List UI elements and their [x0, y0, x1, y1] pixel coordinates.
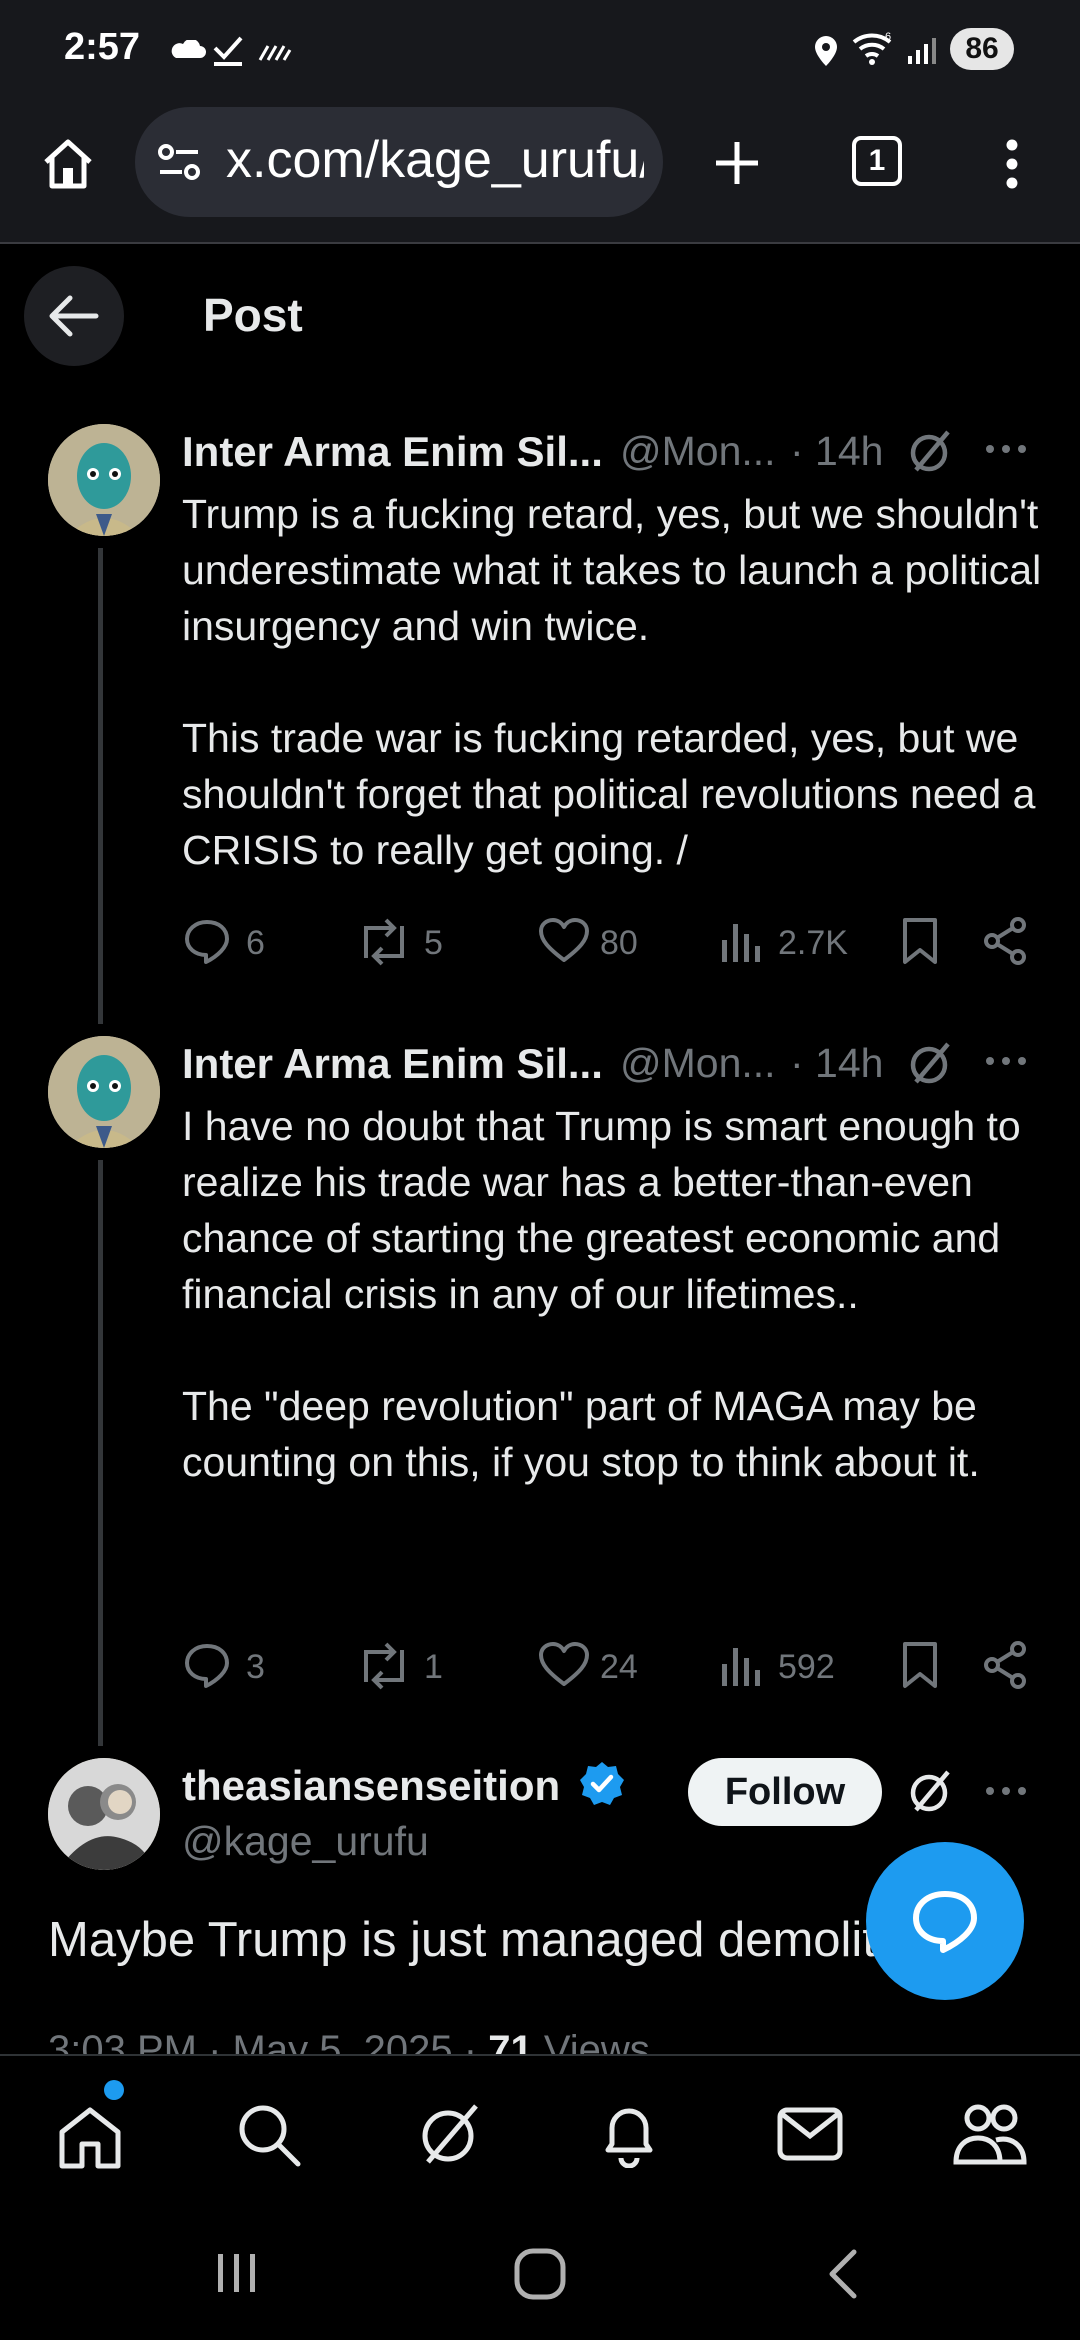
reply-author-name[interactable]: Inter Arma Enim Sil... — [182, 428, 603, 476]
share-icon[interactable] — [982, 1640, 1028, 1690]
like-icon[interactable] — [538, 918, 590, 964]
status-time: 2:57 — [64, 26, 141, 68]
avatar[interactable] — [48, 424, 160, 536]
reply-count[interactable]: 3 — [246, 1648, 265, 1687]
post-author-name[interactable]: theasiansenseition — [182, 1762, 560, 1810]
nav-notifications-icon[interactable] — [596, 2100, 662, 2168]
battery-level: 86 — [950, 28, 1014, 70]
bottom-navigation — [0, 2054, 1080, 2216]
new-tab-icon[interactable] — [712, 138, 762, 188]
page-title: Post — [203, 289, 303, 341]
nav-messages-icon[interactable] — [776, 2104, 844, 2164]
signal-off-icon — [258, 42, 292, 62]
thread-connector — [98, 548, 103, 1024]
home-icon[interactable] — [40, 136, 96, 192]
tab-switcher-button[interactable]: 1 — [852, 136, 902, 186]
check-icon — [212, 34, 244, 68]
more-horiz-icon[interactable] — [984, 1054, 1028, 1068]
wifi-icon: 6 — [852, 30, 894, 68]
grok-icon[interactable] — [906, 426, 956, 476]
system-back-icon[interactable] — [822, 2246, 862, 2302]
reply-author-name[interactable]: Inter Arma Enim Sil... — [182, 1040, 603, 1088]
reply-icon[interactable] — [182, 1640, 232, 1690]
nav-communities-icon[interactable] — [952, 2100, 1028, 2166]
cellular-signal-icon — [906, 36, 938, 66]
reply-handle[interactable]: @Mon... — [620, 1040, 776, 1087]
avatar[interactable] — [48, 1036, 160, 1148]
nav-home-icon[interactable] — [56, 2106, 124, 2170]
like-icon[interactable] — [538, 1642, 590, 1688]
compose-reply-button[interactable] — [866, 1842, 1024, 2000]
reply-paragraph: I have no doubt that Trump is smart enou… — [182, 1103, 1021, 1317]
more-horiz-icon[interactable] — [984, 442, 1028, 456]
repost-icon[interactable] — [356, 1642, 412, 1690]
reply-handle[interactable]: @Mon... — [620, 428, 776, 475]
post-handle[interactable]: @kage_urufu — [182, 1818, 429, 1865]
svg-text:6: 6 — [885, 31, 891, 43]
thread-connector — [98, 1160, 103, 1746]
like-count[interactable]: 80 — [600, 924, 638, 963]
url-text[interactable]: x.com/kage_urufu/ — [226, 130, 644, 190]
nav-grok-icon[interactable] — [416, 2098, 486, 2168]
post-text: Maybe Trump is just managed demolition — [48, 1913, 942, 1967]
notification-dot — [104, 2080, 124, 2100]
more-vert-icon[interactable] — [1000, 138, 1024, 190]
arrow-left-icon — [49, 295, 99, 337]
reply-text: I have no doubt that Trump is smart enou… — [182, 1098, 1080, 1490]
cloud-icon — [170, 40, 206, 60]
reply-icon[interactable] — [182, 916, 232, 966]
location-icon — [812, 34, 840, 68]
more-horiz-icon[interactable] — [984, 1784, 1028, 1798]
reply-paragraph: Trump is a fucking retard, yes, but we s… — [182, 491, 1042, 649]
repost-count[interactable]: 1 — [424, 1648, 443, 1687]
nav-search-icon[interactable] — [236, 2102, 302, 2168]
reply-paragraph: This trade war is fucking retarded, yes,… — [182, 715, 1036, 873]
system-home-icon[interactable] — [512, 2246, 568, 2302]
views-count[interactable]: 2.7K — [778, 924, 848, 963]
views-icon[interactable] — [720, 1642, 764, 1688]
bookmark-icon[interactable] — [900, 916, 940, 966]
reply-paragraph: The "deep revolution" part of MAGA may b… — [182, 1383, 980, 1485]
verified-badge-icon — [578, 1760, 626, 1808]
repost-count[interactable]: 5 — [424, 924, 443, 963]
repost-icon[interactable] — [356, 918, 412, 966]
grok-icon[interactable] — [906, 1038, 956, 1088]
share-icon[interactable] — [982, 916, 1028, 966]
reply-count[interactable]: 6 — [246, 924, 265, 963]
views-count[interactable]: 592 — [778, 1648, 835, 1687]
back-button[interactable] — [24, 266, 124, 366]
chat-bubble-icon — [913, 1891, 977, 1953]
recent-apps-icon[interactable] — [214, 2250, 260, 2296]
reply-time[interactable]: · 14h — [790, 1040, 883, 1087]
grok-icon[interactable] — [906, 1766, 956, 1816]
follow-button[interactable]: Follow — [688, 1758, 882, 1826]
site-settings-icon[interactable] — [156, 142, 204, 182]
avatar[interactable] — [48, 1758, 160, 1870]
bookmark-icon[interactable] — [900, 1640, 940, 1690]
like-count[interactable]: 24 — [600, 1648, 638, 1687]
reply-time[interactable]: · 14h — [790, 428, 883, 475]
views-icon[interactable] — [720, 918, 764, 964]
reply-text: Trump is a fucking retard, yes, but we s… — [182, 486, 1080, 878]
